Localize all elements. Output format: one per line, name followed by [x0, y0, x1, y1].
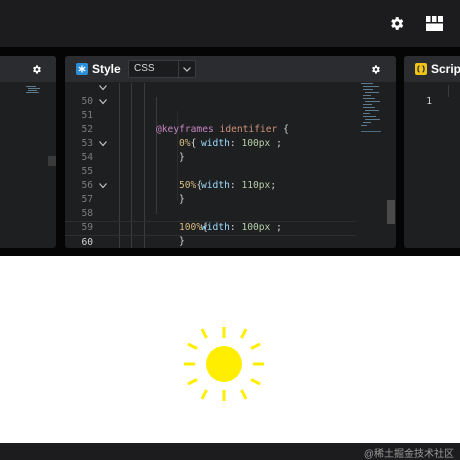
script-panel-header: Script: [404, 56, 460, 82]
chevron-down-icon[interactable]: [99, 141, 107, 147]
code-line: 55 width: 110px;: [65, 151, 396, 191]
minimap[interactable]: [26, 86, 40, 98]
code-line: 54 50%{: [65, 137, 396, 191]
js-logo-icon: [415, 63, 427, 75]
code-line: 56 }: [65, 165, 396, 205]
code-editor[interactable]: 1: [404, 83, 460, 248]
chevron-down-icon: [178, 61, 195, 77]
sun-icon: [182, 322, 266, 406]
text-cursor: [448, 85, 449, 97]
panel-title: Script: [431, 62, 460, 76]
line-number: 1: [426, 96, 432, 107]
style-panel: Style CSS 50 @keyframes identifier {51 …: [65, 56, 396, 248]
code-line: 1: [404, 81, 460, 107]
html-panel-header: [0, 56, 56, 82]
scrollbar-thumb[interactable]: [48, 156, 56, 166]
layout-grid-icon[interactable]: [425, 14, 443, 32]
chevron-down-icon[interactable]: [99, 183, 107, 189]
watermark: @稀土掘金技术社区: [363, 449, 454, 460]
gear-icon[interactable]: [387, 14, 405, 32]
code-line: 53 }: [65, 123, 396, 163]
style-panel-header: Style CSS: [65, 56, 396, 82]
chevron-down-icon[interactable]: [99, 85, 107, 91]
chevron-down-icon[interactable]: [99, 99, 107, 105]
code-line: 52 width: 100px ;: [65, 109, 396, 149]
code-line: 57 100%{: [65, 179, 396, 233]
gear-icon[interactable]: [368, 62, 382, 76]
code-line: 59 }: [65, 207, 396, 247]
language-select-value: CSS: [134, 63, 155, 74]
code-token: }: [179, 236, 185, 247]
scrollbar-thumb[interactable]: [387, 200, 395, 224]
bottom-bar: @稀土掘金技术社区: [0, 443, 460, 460]
code-line: 58 width: 100px ;: [65, 193, 396, 233]
top-toolbar: [0, 0, 460, 47]
css-logo-icon: [76, 63, 88, 75]
gear-icon[interactable]: [29, 62, 43, 76]
script-panel: Script 1: [404, 56, 460, 248]
current-line-highlight: 60 }: [65, 221, 356, 248]
language-select[interactable]: CSS: [128, 60, 196, 78]
line-number: 60: [81, 237, 93, 248]
editor-area: Style CSS 50 @keyframes identifier {51 …: [0, 47, 460, 256]
html-panel: [0, 56, 56, 248]
code-line: 50 @keyframes identifier {: [65, 81, 396, 135]
code-editor[interactable]: 50 @keyframes identifier { 51 0%{ 52 wid…: [65, 83, 396, 248]
code-line: 51 0%{: [65, 95, 396, 149]
panel-title: Style: [92, 62, 121, 76]
minimap[interactable]: [361, 83, 383, 143]
